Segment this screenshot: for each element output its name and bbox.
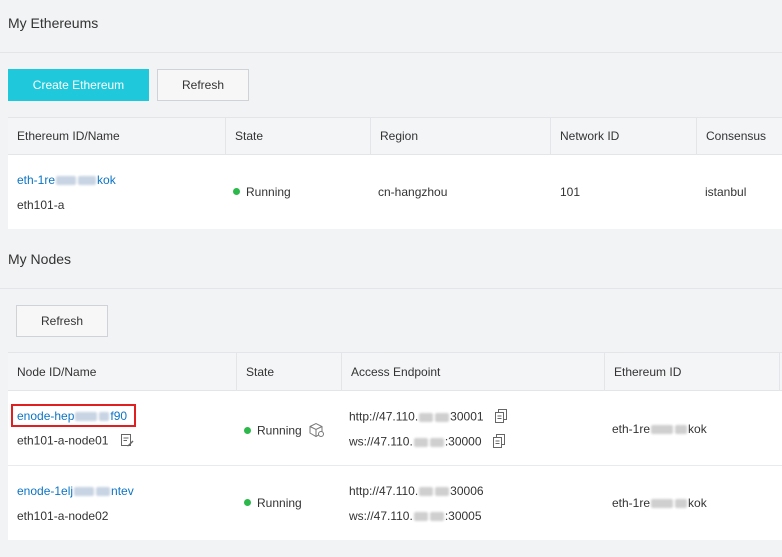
running-status-dot bbox=[244, 427, 251, 434]
state-label: Running bbox=[246, 185, 291, 199]
node-id-prefix: enode-hep bbox=[17, 409, 75, 423]
ws-prefix: ws://47.110. bbox=[349, 434, 413, 449]
redacted-text bbox=[651, 499, 674, 509]
redacted-text bbox=[419, 487, 434, 497]
copy-icon[interactable] bbox=[494, 409, 507, 426]
ethereum-name: eth101-a bbox=[17, 198, 65, 212]
create-ethereum-button[interactable]: Create Ethereum bbox=[8, 69, 149, 101]
column-ethereum-id: Ethereum ID/Name bbox=[8, 118, 226, 154]
redacted-text bbox=[413, 512, 428, 522]
node-name-label: eth101-a-node01 bbox=[17, 433, 109, 448]
ethereums-table: Ethereum ID/Name State Region Network ID… bbox=[8, 117, 782, 229]
column-access-endpoint: Access Endpoint bbox=[342, 353, 605, 390]
edit-icon[interactable] bbox=[120, 433, 134, 450]
node-id-prefix: enode-1elj bbox=[17, 484, 74, 498]
nodes-table: Node ID/Name State Access Endpoint Ether… bbox=[8, 352, 782, 540]
redacted-text bbox=[429, 438, 444, 447]
ethereums-title: My Ethereums bbox=[8, 15, 99, 31]
column-network-id: Network ID bbox=[551, 118, 697, 154]
node-id-suffix: ntev bbox=[111, 484, 134, 498]
state-label: Running bbox=[257, 496, 302, 510]
column-node-id: Node ID/Name bbox=[8, 353, 237, 390]
nodes-table-header: Node ID/Name State Access Endpoint Ether… bbox=[8, 352, 782, 391]
ws-prefix: ws://47.110. bbox=[349, 509, 413, 523]
node-id-suffix: f90 bbox=[110, 409, 128, 423]
redacted-text bbox=[413, 438, 428, 447]
running-status-dot bbox=[244, 499, 251, 507]
redacted-text bbox=[75, 412, 98, 422]
eth-id-suffix: kok bbox=[688, 422, 707, 436]
ws-port: :30005 bbox=[444, 509, 482, 523]
eth-id-suffix: kok bbox=[688, 496, 707, 510]
redacted-text bbox=[675, 425, 688, 435]
node-id-link[interactable]: enode-hep f90 bbox=[17, 409, 127, 423]
ethereums-divider bbox=[0, 52, 782, 53]
ethereum-id-suffix: kok bbox=[97, 173, 116, 187]
refresh-nodes-button[interactable]: Refresh bbox=[16, 305, 108, 337]
redacted-text bbox=[96, 487, 111, 497]
redacted-text bbox=[429, 512, 444, 522]
redacted-text bbox=[435, 487, 450, 497]
copy-icon[interactable] bbox=[492, 434, 505, 451]
column-consensus: Consensus bbox=[706, 129, 767, 143]
refresh-ethereums-button[interactable]: Refresh bbox=[157, 69, 249, 101]
ethereum-network-id: 101 bbox=[560, 185, 581, 199]
column-region: Region bbox=[371, 118, 551, 154]
ethereums-table-header: Ethereum ID/Name State Region Network ID… bbox=[8, 117, 782, 155]
ethereum-id-prefix: eth-1re bbox=[17, 173, 56, 187]
http-prefix: http://47.110. bbox=[349, 409, 419, 424]
ethereum-state: Running bbox=[233, 185, 291, 199]
http-endpoint: http://47.110. 30006 bbox=[349, 484, 484, 498]
node-id-link[interactable]: enode-1elj ntev bbox=[17, 484, 134, 498]
redacted-text bbox=[675, 499, 688, 509]
column-ethereum-id: Ethereum ID bbox=[605, 353, 780, 390]
ethereum-region: cn-hangzhou bbox=[378, 185, 448, 199]
ws-port: :30000 bbox=[444, 434, 482, 449]
redacted-text bbox=[74, 487, 95, 497]
http-port: 30006 bbox=[450, 484, 484, 498]
node-ethereum-id: eth-1re kok bbox=[612, 496, 707, 510]
node-state: Running bbox=[244, 422, 325, 441]
ethereum-consensus: istanbul bbox=[705, 185, 747, 199]
redacted-text bbox=[419, 413, 434, 422]
node-package-icon[interactable] bbox=[308, 422, 325, 441]
running-status-dot bbox=[233, 188, 240, 196]
column-state: State bbox=[237, 353, 342, 390]
eth-id-prefix: eth-1re bbox=[612, 496, 651, 510]
node-state: Running bbox=[244, 496, 302, 510]
ws-endpoint: ws://47.110. :30000 bbox=[349, 434, 505, 451]
http-endpoint: http://47.110. 30001 bbox=[349, 409, 507, 426]
row-divider bbox=[8, 465, 782, 466]
node-name: eth101-a-node01 bbox=[17, 433, 134, 450]
redacted-text bbox=[99, 412, 110, 422]
http-prefix: http://47.110. bbox=[349, 484, 419, 498]
redacted-text bbox=[78, 176, 97, 186]
http-port: 30001 bbox=[450, 409, 484, 424]
redacted-text bbox=[435, 413, 450, 422]
ethereum-id-link[interactable]: eth-1re kok bbox=[17, 173, 116, 187]
nodes-divider bbox=[0, 288, 782, 289]
nodes-title: My Nodes bbox=[8, 251, 72, 267]
state-label: Running bbox=[257, 423, 302, 438]
redacted-text bbox=[56, 176, 77, 186]
node-ethereum-id: eth-1re kok bbox=[612, 422, 707, 436]
column-state: State bbox=[226, 118, 371, 154]
eth-id-prefix: eth-1re bbox=[612, 422, 651, 436]
node-name: eth101-a-node02 bbox=[17, 509, 109, 523]
ws-endpoint: ws://47.110. :30005 bbox=[349, 509, 482, 523]
redacted-text bbox=[651, 425, 674, 435]
